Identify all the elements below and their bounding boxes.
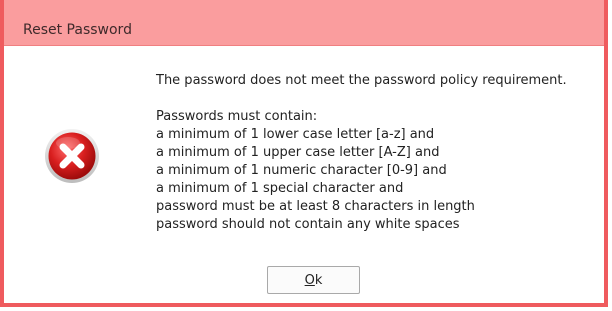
title-bar[interactable]: Reset Password — [4, 0, 604, 46]
requirement-numeric: a minimum of 1 numeric character [0-9] a… — [156, 163, 447, 178]
requirements-intro: Passwords must contain: — [156, 109, 318, 124]
ok-mnemonic: O — [304, 273, 315, 288]
requirement-length: password must be at least 8 characters i… — [156, 199, 475, 214]
ok-label-rest: k — [314, 273, 323, 288]
message-body: The password does not meet the password … — [156, 72, 596, 234]
requirement-uppercase: a minimum of 1 upper case letter [A-Z] a… — [156, 145, 440, 160]
ok-button[interactable]: Ok — [267, 266, 360, 294]
requirement-special: a minimum of 1 special character and — [156, 181, 404, 196]
requirement-lowercase: a minimum of 1 lower case letter [a-z] a… — [156, 127, 435, 142]
error-headline: The password does not meet the password … — [156, 73, 567, 88]
error-icon — [44, 128, 100, 184]
requirement-no-spaces: password should not contain any white sp… — [156, 217, 460, 232]
window-title: Reset Password — [23, 22, 132, 38]
